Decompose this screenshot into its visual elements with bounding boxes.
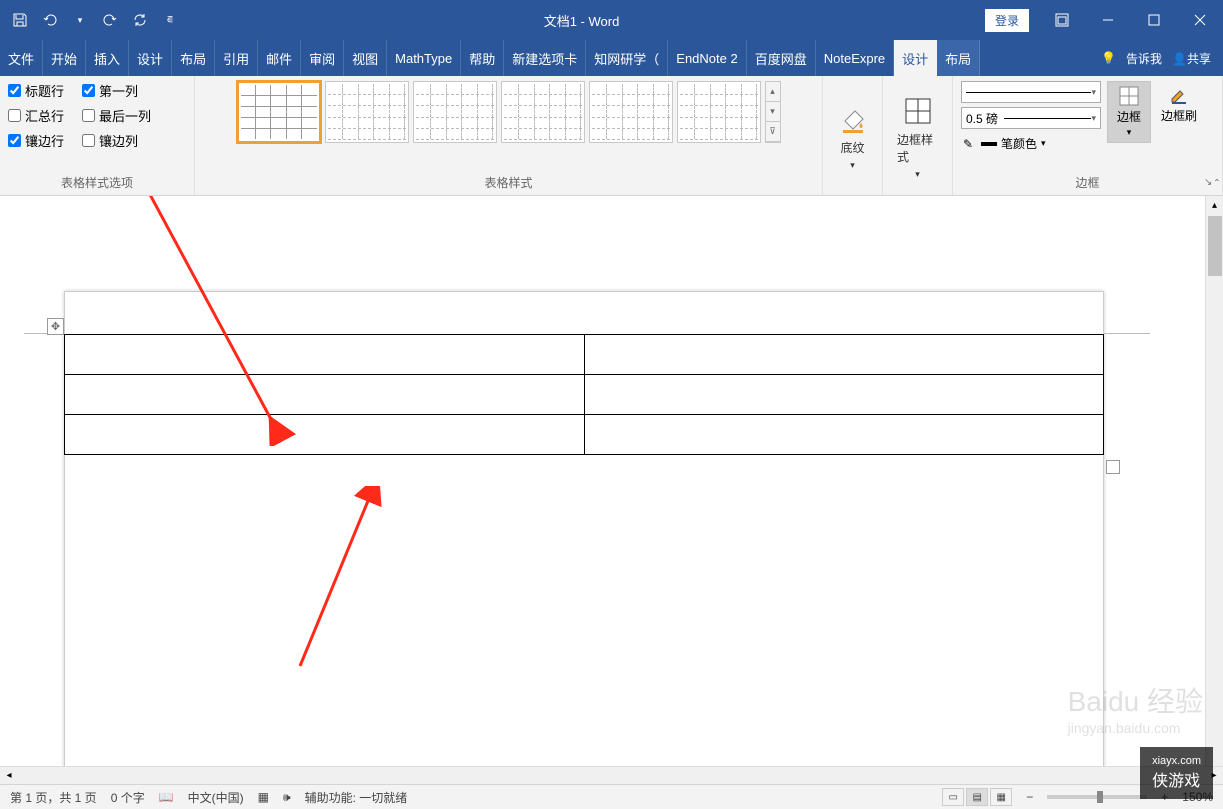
tab-cnki[interactable]: 知网研学（ [586,40,668,76]
maximize-icon[interactable] [1131,0,1177,40]
tab-newtab[interactable]: 新建选项卡 [504,40,586,76]
tab-review[interactable]: 审阅 [301,40,344,76]
tab-home[interactable]: 开始 [43,40,86,76]
chk-header-row[interactable]: 标题行 [8,81,64,100]
table-style-4[interactable] [501,81,585,143]
status-lang[interactable]: 中文(中国) [188,789,244,806]
document-table[interactable] [64,334,1104,455]
paint-bucket-icon [837,103,869,135]
view-read-icon[interactable]: ▭ [942,788,964,806]
table-style-6[interactable] [677,81,761,143]
macro-icon[interactable]: ▦ [258,790,269,804]
table-move-handle-icon[interactable]: ✥ [47,318,64,335]
border-painter-icon [1169,85,1189,105]
status-words[interactable]: 0 个字 [111,789,145,806]
horizontal-scrollbar[interactable]: ◂ ▸ [0,766,1223,784]
chevron-down-icon: ▾ [850,160,855,171]
tell-me[interactable]: 告诉我 [1126,50,1162,67]
shading-button[interactable]: 底纹 ▾ [831,99,875,175]
accessibility-icon: 🕪 [283,790,291,805]
tab-noteexpress[interactable]: NoteExpre [816,40,894,76]
chevron-down-icon: ▾ [1041,138,1046,149]
tab-design[interactable]: 设计 [129,40,172,76]
tab-help[interactable]: 帮助 [461,40,504,76]
minimize-icon[interactable] [1085,0,1131,40]
tab-view[interactable]: 视图 [344,40,387,76]
scroll-right-icon[interactable]: ▸ [1205,770,1223,781]
table-style-3[interactable] [413,81,497,143]
tab-references[interactable]: 引用 [215,40,258,76]
undo-more-icon[interactable]: ▾ [72,12,88,28]
line-weight-dropdown[interactable]: 0.5 磅▾ [961,107,1101,129]
share-button[interactable]: 👤共享 [1172,50,1211,67]
line-style-dropdown[interactable]: ▾ [961,81,1101,103]
chk-last-col[interactable]: 最后一列 [82,106,151,125]
chk-banded-row[interactable]: 镶边行 [8,131,64,150]
vertical-scrollbar[interactable]: ▴ [1205,196,1223,766]
border-painter-button[interactable]: 边框刷 [1157,81,1201,128]
tab-mailings[interactable]: 邮件 [258,40,301,76]
borders-grid-icon [1119,86,1139,106]
scroll-up-icon[interactable]: ▴ [1206,196,1223,214]
spellcheck-icon[interactable]: 📖 [159,790,174,804]
sync-icon[interactable] [132,12,148,28]
group-label-tablestyles: 表格样式 [203,172,814,193]
group-label-styleopts: 表格样式选项 [8,172,186,193]
table-resize-handle-icon[interactable] [1106,460,1120,474]
chevron-down-icon: ▾ [915,169,920,180]
tab-table-layout[interactable]: 布局 [937,40,980,76]
save-icon[interactable] [12,12,28,28]
ribbon-display-icon[interactable] [1039,0,1085,40]
table-row [65,335,1104,375]
gallery-up-icon[interactable]: ▴ [766,82,780,102]
chevron-down-icon: ▾ [1091,113,1096,124]
chevron-down-icon: ▾ [1091,87,1096,98]
close-icon[interactable] [1177,0,1223,40]
chk-banded-col[interactable]: 镶边列 [82,131,138,150]
pen-color-button[interactable]: ✎笔颜色 ▾ [961,133,1101,154]
tab-insert[interactable]: 插入 [86,40,129,76]
collapse-ribbon-icon[interactable]: ˆ [1215,177,1219,191]
pen-icon: ✎ [963,137,977,151]
table-row [65,415,1104,455]
table-row [65,375,1104,415]
status-a11y[interactable]: 辅助功能: 一切就绪 [305,789,408,806]
tab-baidu[interactable]: 百度网盘 [747,40,816,76]
undo-icon[interactable] [42,12,58,28]
tab-endnote[interactable]: EndNote 2 [668,40,746,76]
tab-mathtype[interactable]: MathType [387,40,461,76]
redo-icon[interactable] [102,12,118,28]
gallery-down-icon[interactable]: ▾ [766,102,780,122]
tab-layout[interactable]: 布局 [172,40,215,76]
zoom-level[interactable]: 150% [1182,790,1213,804]
login-button[interactable]: 登录 [985,9,1029,32]
chevron-down-icon: ▾ [1127,127,1132,138]
status-page[interactable]: 第 1 页，共 1 页 [10,789,97,806]
zoom-in-icon[interactable]: + [1161,790,1168,804]
lightbulb-icon: 💡 [1101,51,1116,65]
table-style-5[interactable] [589,81,673,143]
tab-table-design[interactable]: 设计 [894,40,937,76]
scroll-thumb[interactable] [1208,216,1222,276]
scroll-left-icon[interactable]: ◂ [0,770,18,781]
zoom-slider[interactable] [1047,795,1147,799]
tab-file[interactable]: 文件 [0,40,43,76]
table-style-1[interactable] [237,81,321,143]
group-label-borders: 边框 [961,172,1214,193]
border-styles-button[interactable]: 边框样式 ▾ [891,91,944,184]
zoom-out-icon[interactable]: − [1026,790,1033,804]
gallery-more-icon[interactable]: ⊽ [766,122,780,142]
margin-guide-right [1104,333,1150,334]
view-print-icon[interactable]: ▤ [966,788,988,806]
qat-more-icon[interactable]: ⋷ [162,12,178,28]
chk-first-col[interactable]: 第一列 [82,81,138,100]
borders-button[interactable]: 边框 ▾ [1107,81,1151,143]
chk-total-row[interactable]: 汇总行 [8,106,64,125]
table-style-2[interactable] [325,81,409,143]
view-web-icon[interactable]: ▦ [990,788,1012,806]
table-styles-gallery[interactable]: ▴▾⊽ [237,81,781,143]
window-title: 文档1 - Word [178,11,985,30]
border-style-icon [902,95,934,127]
